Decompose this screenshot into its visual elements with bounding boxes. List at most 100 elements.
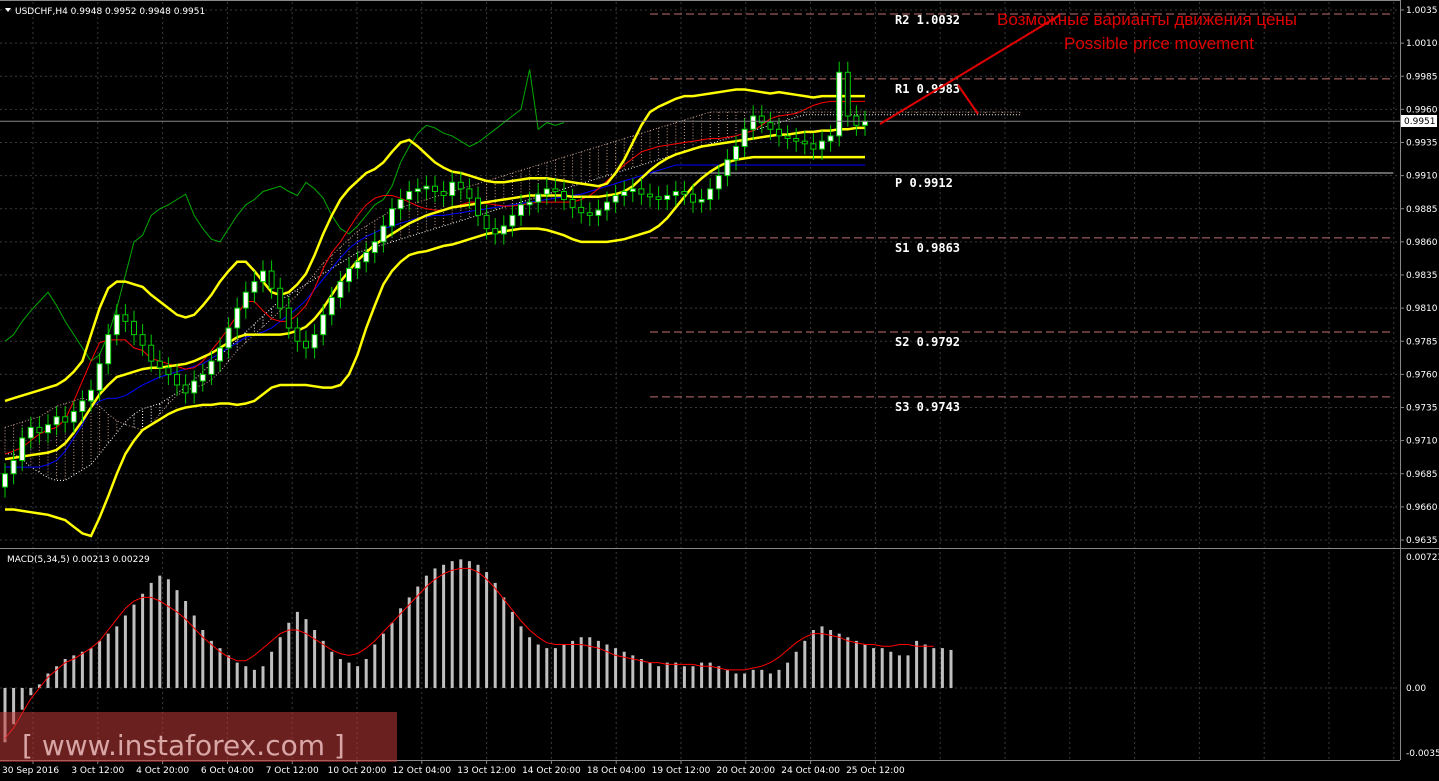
- macd-bar: [829, 630, 833, 688]
- macd-bar: [571, 640, 575, 688]
- macd-bar: [485, 572, 489, 688]
- macd-bar: [252, 669, 256, 688]
- candle-body: [285, 307, 292, 329]
- candle-body: [156, 360, 163, 369]
- watermark: [ www.instaforex.com ]: [22, 729, 345, 762]
- price-tick-label: 0.9860: [1406, 238, 1438, 248]
- macd-bar: [932, 648, 936, 688]
- macd-bar: [510, 611, 514, 688]
- price-tick-label: 0.9760: [1406, 370, 1438, 380]
- macd-bar: [545, 648, 549, 688]
- candle-body: [371, 241, 378, 253]
- macd-bar: [424, 575, 428, 688]
- candle-body: [827, 135, 834, 142]
- candle-body: [655, 196, 662, 200]
- candle-body: [96, 363, 103, 391]
- time-label: 19 Oct 12:00: [652, 766, 711, 776]
- candle-body: [750, 115, 757, 130]
- macd-bar: [777, 669, 781, 688]
- chart-background: [0, 0, 1439, 781]
- macd-bar: [940, 648, 944, 688]
- macd-bar: [803, 640, 807, 688]
- macd-bar: [502, 597, 506, 688]
- candle-body: [199, 373, 206, 382]
- macd-bar: [141, 593, 145, 688]
- price-tick-label: 1.0035: [1406, 6, 1438, 16]
- macd-bar: [304, 619, 308, 688]
- candle-body: [122, 314, 129, 322]
- candle-body: [466, 188, 473, 199]
- candle-body: [277, 287, 284, 309]
- candle-body: [561, 191, 567, 200]
- macd-bar: [270, 651, 274, 688]
- time-label: 12 Oct 04:00: [392, 766, 451, 776]
- candle-body: [853, 115, 860, 126]
- candle-body: [251, 281, 258, 293]
- macd-bar: [872, 648, 876, 688]
- candle-body: [801, 140, 808, 145]
- candle-body: [552, 188, 559, 193]
- macd-bar: [347, 662, 351, 688]
- macd-bar: [923, 644, 927, 688]
- macd-bar: [450, 561, 454, 688]
- macd-bar: [98, 640, 102, 688]
- macd-bar: [158, 575, 162, 688]
- macd-bar: [123, 615, 127, 688]
- macd-bar: [682, 666, 686, 688]
- macd-bar: [321, 640, 325, 688]
- macd-bar: [407, 597, 411, 688]
- macd-bar: [751, 669, 755, 688]
- candle-body: [19, 437, 26, 462]
- candle-body: [346, 267, 352, 283]
- macd-bar: [433, 568, 437, 688]
- macd-bar: [562, 644, 566, 688]
- macd-bar: [244, 666, 248, 688]
- macd-bar: [175, 590, 179, 688]
- candle-body: [440, 191, 447, 196]
- macd-bar: [846, 637, 850, 688]
- macd-bar: [278, 637, 282, 688]
- candle-body: [793, 138, 800, 142]
- macd-bar: [295, 611, 299, 688]
- macd-bar: [897, 655, 901, 688]
- macd-bar: [760, 669, 764, 688]
- macd-bar: [648, 662, 652, 688]
- candle-body: [664, 195, 671, 200]
- candle-body: [638, 188, 645, 195]
- candle-body: [715, 175, 722, 190]
- candle-body: [518, 204, 524, 216]
- candle-body: [733, 145, 739, 161]
- time-label: 18 Oct 04:00: [587, 766, 646, 776]
- macd-bar: [467, 561, 471, 688]
- candle-body: [328, 297, 335, 316]
- candle-body: [543, 188, 550, 195]
- current-price-value: 0.9951: [1404, 117, 1436, 127]
- level-label-r1: R1 0.9983: [895, 82, 960, 96]
- candle-body: [260, 270, 266, 283]
- candle-body: [131, 320, 137, 336]
- macd-bar: [89, 648, 93, 688]
- candle-body: [535, 193, 542, 203]
- candle-body: [698, 198, 705, 203]
- price-tick-label: 0.9885: [1406, 205, 1438, 215]
- symbol-header: USDCHF,H4 0.9948 0.9952 0.9948 0.9951: [15, 7, 205, 17]
- candle-body: [621, 191, 628, 196]
- candle-body: [53, 416, 60, 426]
- time-label: 4 Oct 20:00: [136, 766, 189, 776]
- price-tick-label: 0.9635: [1406, 536, 1438, 546]
- candle-body: [389, 208, 395, 227]
- candle-body: [586, 212, 593, 216]
- price-tick-label: 0.9685: [1406, 470, 1438, 480]
- candle-body: [88, 389, 94, 402]
- macd-bar: [880, 648, 884, 688]
- price-tick-label: 0.9835: [1406, 271, 1438, 281]
- candle-body: [27, 426, 34, 439]
- chart-canvas: R2 1.0032 R1 0.9983 P 0.9912 S1 0.9863 S2 0…: [0, 0, 1439, 781]
- macd-bar: [442, 564, 446, 688]
- macd-bar: [330, 651, 334, 688]
- candle-body: [414, 188, 421, 193]
- candle-body: [45, 424, 51, 434]
- macd-bar: [691, 666, 695, 688]
- macd-bar: [390, 622, 394, 688]
- macd-bar: [459, 559, 463, 688]
